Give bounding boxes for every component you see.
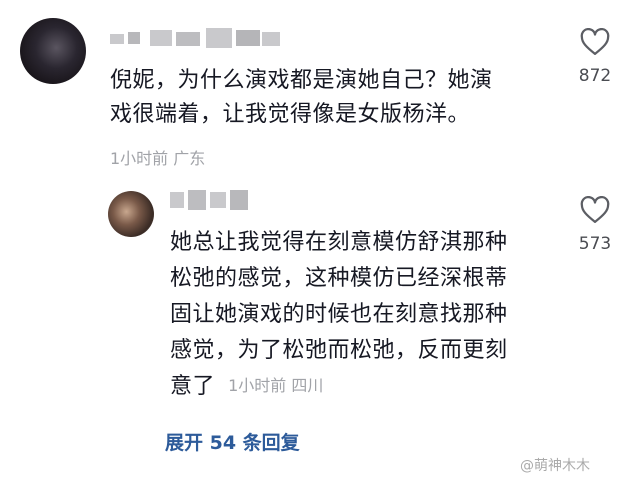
reply-like-count: 573 xyxy=(578,234,612,254)
reply-text-line-5: 意了 xyxy=(170,374,216,399)
heart-outline-icon[interactable] xyxy=(580,28,610,56)
commenter-avatar[interactable] xyxy=(20,18,86,84)
reply-text-line-3: 固让她演戏的时候也在刻意找那种 xyxy=(170,302,508,327)
reply-last-line: 意了 1小时前 四川 xyxy=(170,370,323,404)
reply-text-line-4: 感觉，为了松弛而松弛，反而更刻 xyxy=(170,338,508,363)
reply-text-line-2: 松弛的感觉，这种模仿已经深根蒂 xyxy=(170,266,508,291)
comment-meta: 1小时前 广东 xyxy=(110,149,206,168)
expand-replies-button[interactable]: 展开 54 条回复 xyxy=(165,428,300,455)
commenter-username-blurred[interactable] xyxy=(110,28,280,50)
replier-avatar[interactable] xyxy=(108,191,154,237)
heart-outline-icon[interactable] xyxy=(580,196,610,224)
reply-meta: 1小时前 四川 xyxy=(228,376,324,395)
watermark: @萌神木木 xyxy=(520,458,590,474)
reply-text-line-1: 她总让我觉得在刻意模仿舒淇那种 xyxy=(170,230,508,255)
comment-text-line-2: 戏很端着，让我觉得像是女版杨洋。 xyxy=(110,102,471,127)
like-count: 872 xyxy=(578,66,612,86)
comment-text-line-1: 倪妮，为什么演戏都是演她自己？她演 xyxy=(110,68,493,93)
replier-username-blurred[interactable] xyxy=(170,190,250,212)
